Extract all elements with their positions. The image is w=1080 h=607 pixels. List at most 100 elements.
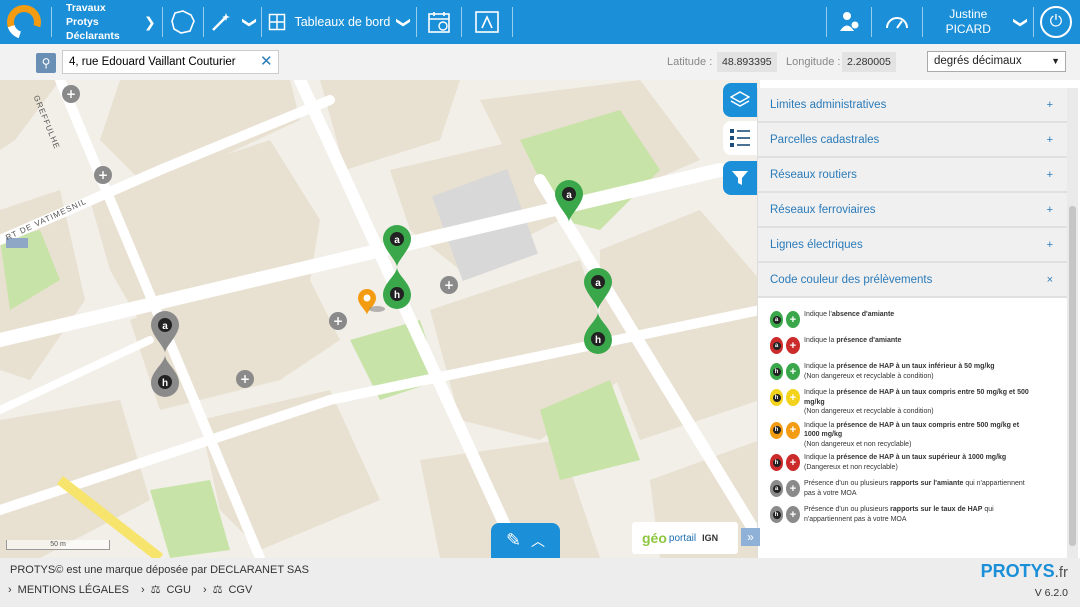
geoportail-label: portail	[668, 532, 697, 544]
pencil-icon: ✎	[505, 530, 522, 550]
expand-plus-icon[interactable]: +	[1047, 134, 1053, 146]
svg-text:a: a	[566, 190, 572, 201]
legend-row: h + Indique la présence de HAP à un taux i…	[770, 362, 1067, 384]
dashboards-label: Tableaux de bord	[294, 15, 391, 29]
clear-icon[interactable]: ✕	[260, 52, 273, 70]
expand-plus-icon[interactable]: +	[1047, 169, 1053, 181]
amiante-marker-green[interactable]: a	[555, 180, 583, 222]
layer-row[interactable]: Limites administratives +	[758, 88, 1067, 123]
app-title-line2: Déclarants	[66, 30, 120, 42]
panel-scrollbar-thumb[interactable]	[1069, 206, 1076, 546]
user-menu[interactable]: Justine PICARD ❯	[923, 0, 1033, 44]
cluster-marker-grey[interactable]: +	[440, 276, 458, 294]
legend-text-bold: absence d'amiante	[831, 311, 895, 318]
svg-text:a: a	[394, 235, 400, 246]
legal-link[interactable]: MENTIONS LÉGALES	[18, 584, 129, 596]
layers-panel: Limites administratives + Parcelles cadast…	[757, 88, 1067, 558]
copyright-text: PROTYS© est une marque déposée par DECLA…	[10, 564, 309, 576]
cgv-link[interactable]: CGV	[228, 584, 252, 596]
speed-button[interactable]	[872, 0, 922, 44]
legend-row: a + Présence d'un ou plusieurs rapports su…	[770, 479, 1067, 501]
cgu-link[interactable]: CGU	[166, 584, 190, 596]
address-search-input[interactable]	[62, 50, 279, 74]
legend-list-button[interactable]	[723, 121, 757, 155]
power-icon[interactable]: ⏻	[1040, 6, 1072, 38]
latitude-label: Latitude :	[667, 56, 713, 68]
layer-row[interactable]: Réseaux ferroviaires +	[758, 193, 1067, 228]
cluster-plus-icon: +	[786, 363, 800, 380]
cluster-plus-icon: +	[786, 389, 800, 406]
app-selector[interactable]: Travaux Protys Déclarants ❯	[52, 0, 162, 44]
longitude-value[interactable]: 2.280005	[842, 52, 896, 72]
legend-text-bold: présence de HAP à un taux compris entre …	[804, 421, 1020, 439]
coordinate-format-value: degrés décimaux	[934, 55, 1022, 67]
tools-menu[interactable]: ❯	[204, 0, 262, 44]
legend-text: Indique la présence de HAP à un taux sup…	[804, 453, 1034, 472]
legend-text-pre: Présence d'un ou plusieurs	[804, 506, 891, 513]
protys-brand: PROTYS	[980, 561, 1055, 581]
cluster-marker-grey[interactable]: +	[62, 85, 80, 103]
calendar-button[interactable]	[417, 0, 461, 44]
expand-plus-icon[interactable]: +	[1047, 204, 1053, 216]
france-map-button[interactable]	[163, 0, 203, 44]
marker-layer: a a h a h a h + + + + +	[62, 85, 612, 397]
chevron-down-icon: ❯	[396, 16, 413, 28]
amiante-marker-green[interactable]: a	[584, 268, 612, 310]
hap-marker-grey[interactable]: h	[151, 355, 179, 397]
legend-icons: h +	[770, 421, 804, 439]
map-canvas[interactable]: GREFFULHE RT DE VATIMESNIL a a h a h a h…	[0, 80, 760, 558]
cluster-marker-grey[interactable]: +	[236, 370, 254, 388]
layers-button[interactable]	[723, 83, 757, 117]
legend-letter: a	[772, 341, 781, 350]
amiante-marker-grey[interactable]: a	[151, 311, 179, 353]
collapse-x-icon[interactable]: ×	[1047, 274, 1053, 286]
protys-brand-suffix: .fr	[1054, 564, 1068, 581]
svg-text:a: a	[162, 321, 168, 332]
legend-text: Indique la présence de HAP à un taux com…	[804, 421, 1034, 450]
app-title-line1: Travaux Protys	[66, 2, 106, 28]
expand-plus-icon[interactable]: +	[1047, 99, 1053, 111]
hap-pin-icon: h	[770, 506, 783, 523]
amiante-marker-green[interactable]: a	[383, 225, 411, 267]
legend-row: h + Indique la présence de HAP à un taux c…	[770, 421, 1067, 450]
legend-row: h + Présence d'un ou plusieurs rapports su…	[770, 505, 1067, 527]
legend-text: Indique la présence d'amiante	[804, 336, 1034, 346]
ign-logo: IGN	[702, 533, 719, 543]
hap-pin-icon: h	[770, 389, 783, 406]
coordinate-format-select[interactable]: degrés décimaux ▼	[927, 51, 1066, 72]
latitude-value[interactable]: 48.893395	[717, 52, 777, 72]
legend-text-pre: Indique la	[804, 421, 837, 429]
legend-text-bold: présence de HAP à un taux supérieur à 10…	[836, 454, 1007, 461]
layers-list: Limites administratives + Parcelles cadast…	[758, 88, 1067, 298]
dashboards-menu[interactable]: Tableaux de bord ❯	[262, 0, 416, 44]
user-profile-button[interactable]	[827, 0, 871, 44]
hap-marker-green[interactable]: h	[383, 267, 411, 309]
legend-icons: h +	[770, 454, 804, 471]
divider	[512, 7, 514, 37]
cluster-plus-icon: +	[786, 421, 800, 439]
legend-row: a + Indique l'absence d'amiante	[770, 310, 1067, 332]
chevron-right-icon: ›	[202, 583, 207, 596]
cluster-marker-grey[interactable]: +	[329, 312, 347, 330]
filter-button[interactable]	[723, 161, 757, 195]
documents-button[interactable]	[462, 0, 512, 44]
layer-row[interactable]: Parcelles cadastrales +	[758, 123, 1067, 158]
svg-text:+: +	[333, 314, 343, 328]
legend-letter: a	[772, 315, 781, 324]
search-icon[interactable]: ⚲	[36, 53, 56, 73]
hap-pin-icon: h	[770, 454, 783, 471]
cluster-marker-grey[interactable]: +	[94, 166, 112, 184]
location-marker-orange[interactable]	[358, 289, 385, 315]
expand-plus-icon[interactable]: +	[1047, 239, 1053, 251]
geoportail-attribution[interactable]: géo portail IGN	[632, 522, 738, 554]
layer-row[interactable]: Réseaux routiers +	[758, 158, 1067, 193]
legend-text-bold: rapports sur l'amiante	[890, 480, 964, 487]
hap-marker-green[interactable]: h	[584, 312, 612, 354]
legend-text-pre: Indique la	[804, 454, 837, 461]
expand-icon[interactable]: »	[741, 528, 760, 546]
draw-toolbar-toggle[interactable]: ✎ ︿	[491, 523, 560, 558]
layer-row[interactable]: Lignes électriques +	[758, 228, 1067, 263]
protys-logo-icon[interactable]	[7, 5, 41, 39]
layer-row[interactable]: Code couleur des prélèvements ×	[758, 263, 1067, 298]
layers-icon	[730, 91, 750, 107]
